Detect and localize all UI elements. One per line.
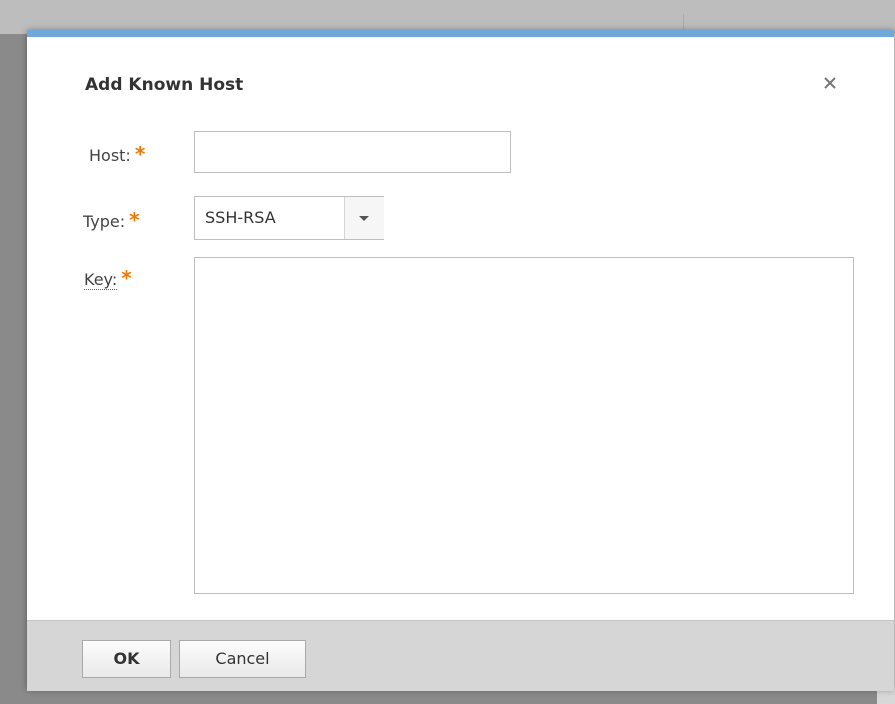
- add-known-host-dialog: Add Known Host Host: * Type: * SSH-RSA Key…: [27, 30, 894, 691]
- host-label: Host:: [89, 146, 131, 165]
- cancel-button[interactable]: Cancel: [179, 640, 306, 678]
- key-required-mark: *: [121, 266, 132, 290]
- ok-button[interactable]: OK: [82, 640, 171, 678]
- close-icon[interactable]: [820, 73, 840, 93]
- type-required-mark: *: [129, 208, 140, 232]
- type-selected-value: SSH-RSA: [205, 208, 276, 227]
- type-select[interactable]: SSH-RSA: [194, 196, 384, 240]
- host-label-group: Host: *: [89, 142, 145, 166]
- key-textarea[interactable]: [194, 257, 854, 594]
- type-label: Type:: [83, 212, 126, 231]
- type-label-group: Type: *: [83, 208, 140, 232]
- host-required-mark: *: [134, 142, 146, 166]
- host-input[interactable]: [194, 131, 511, 173]
- background-toolbar: [0, 0, 895, 34]
- chevron-down-icon: [359, 216, 369, 221]
- key-label: Key:: [84, 270, 118, 290]
- dialog-accent-bar: [27, 30, 894, 37]
- type-dropdown-button[interactable]: [344, 197, 384, 239]
- dialog-footer: OK Cancel: [27, 620, 894, 691]
- dialog-title: Add Known Host: [85, 75, 244, 95]
- key-label-group: Key: *: [84, 266, 132, 290]
